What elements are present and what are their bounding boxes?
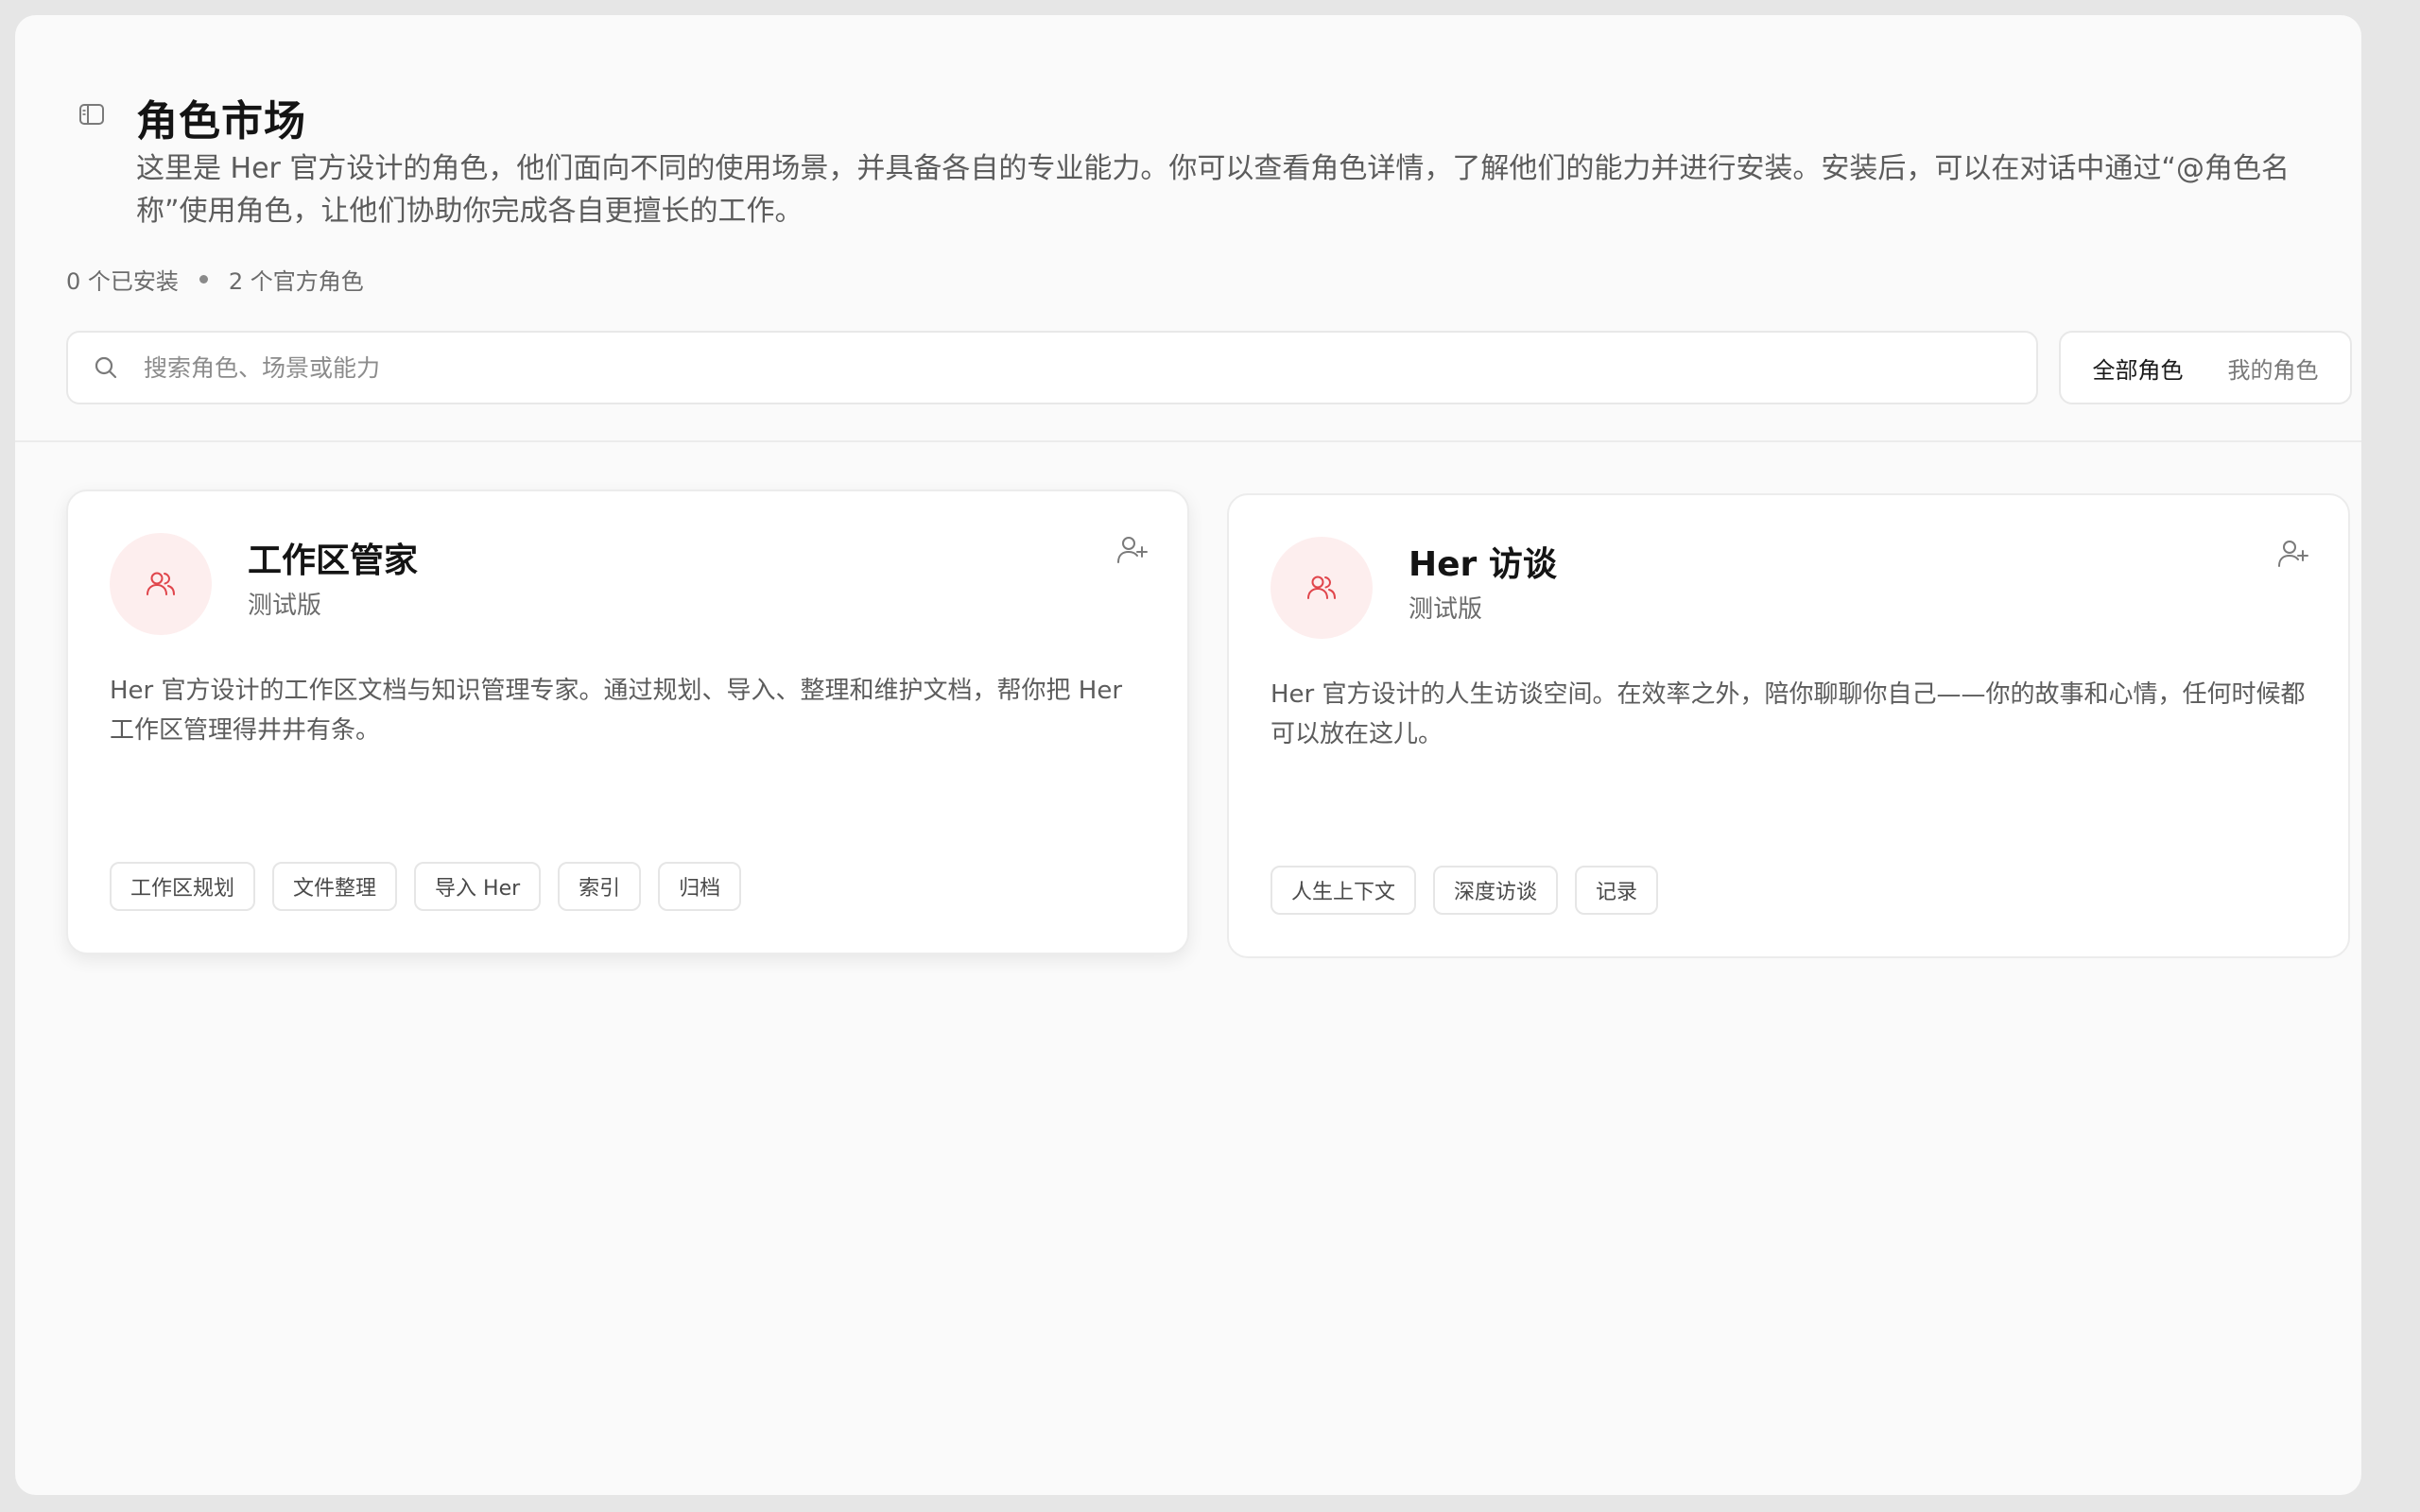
role-name: 工作区管家 [248,541,419,580]
page-description: 这里是 Her 官方设计的角色，他们面向不同的使用场景，并具备各自的专业能力。你… [136,152,2290,228]
role-badge: 测试版 [248,592,322,620]
search-input[interactable] [142,352,1942,383]
role-description: Her 官方设计的工作区文档与知识管理专家。通过规划、导入、整理和维护文档，帮你… [110,677,1123,745]
role-tag: 记录 [1575,866,1659,915]
role-avatar [1270,537,1373,639]
page-title: 角色市场 [136,97,306,146]
role-tags: 工作区规划 文件整理 导入 Her 索引 归档 [110,862,742,911]
separator-dot [199,275,208,284]
filter-tabs: 全部角色 我的角色 [2059,331,2352,404]
role-card[interactable]: 工作区管家 测试版 Her 官方设计的工作区文档与知识管理专家。通过规划、导入、… [66,490,1189,954]
sidebar-toggle-icon[interactable] [78,100,106,129]
role-tag: 深度访谈 [1433,866,1559,915]
user-plus-icon [1117,537,1148,563]
official-count: 2 个官方角色 [228,268,364,295]
users-icon [147,572,175,595]
role-tag: 文件整理 [272,862,398,911]
role-tag: 导入 Her [414,862,542,911]
role-tags: 人生上下文 深度访谈 记录 [1270,866,1659,915]
role-tag: 索引 [558,862,642,911]
tab-my-roles[interactable]: 我的角色 [2217,344,2330,392]
tab-all-roles[interactable]: 全部角色 [2082,344,2195,392]
role-name: Her 访谈 [1409,545,1557,584]
install-button[interactable] [1114,531,1151,569]
search-box[interactable] [66,331,2038,404]
app-window: 角色市场 这里是 Her 官方设计的角色，他们面向不同的使用场景，并具备各自的专… [15,15,2361,1495]
installed-count: 0 个已安装 [66,268,179,295]
stats-bar: 0 个已安装 2 个官方角色 [66,263,364,296]
search-icon [93,354,119,381]
role-description: Her 官方设计的人生访谈空间。在效率之外，陪你聊聊你自己——你的故事和心情，任… [1270,680,2306,748]
role-badge: 测试版 [1409,595,1483,624]
user-plus-icon [2278,541,2308,567]
role-tag: 归档 [658,862,742,911]
page-header: 角色市场 这里是 Her 官方设计的角色，他们面向不同的使用场景，并具备各自的专… [15,15,2361,442]
role-tag: 人生上下文 [1270,866,1417,915]
role-avatar [110,533,212,635]
users-icon [1307,576,1336,599]
role-tag: 工作区规划 [110,862,256,911]
install-button[interactable] [2274,535,2312,573]
role-card[interactable]: Her 访谈 测试版 Her 官方设计的人生访谈空间。在效率之外，陪你聊聊你自己… [1227,493,2350,958]
